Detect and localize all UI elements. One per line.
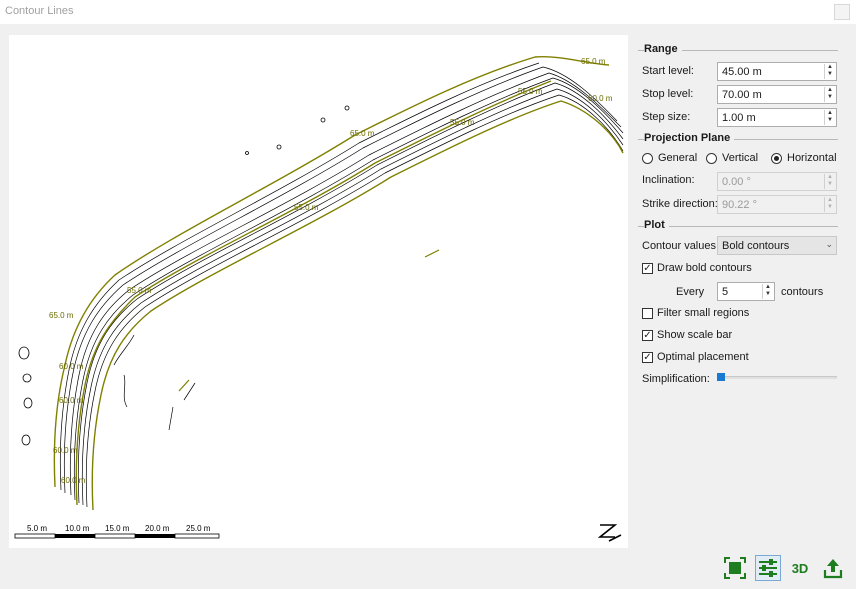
step-size-input[interactable]: 1.00 m ▲ ▼	[717, 108, 837, 127]
contour-line	[168, 382, 196, 431]
section-title: Projection Plane	[644, 132, 735, 144]
contour-label: 60.0 m	[588, 94, 613, 103]
slider-handle[interactable]	[717, 373, 725, 381]
scale-label: 25.0 m	[186, 524, 211, 533]
fit-view-button[interactable]	[722, 555, 748, 581]
contour-label: 55.0 m	[450, 118, 475, 127]
contour-line	[63, 66, 618, 494]
settings-panel: Range Start level: 45.00 m ▲ ▼ Stop level…	[638, 35, 848, 415]
close-button[interactable]	[834, 4, 850, 20]
north-arrow-icon	[597, 524, 622, 542]
contour-line	[77, 82, 624, 504]
settings-button[interactable]	[755, 555, 781, 581]
terrain-blob	[276, 144, 282, 150]
contour-label: 65.0 m	[350, 129, 375, 138]
section-plot: Plot	[638, 219, 838, 233]
terrain-blob	[22, 373, 32, 383]
start-level-label: Start level:	[642, 65, 694, 77]
contour-values-label: Contour values:	[642, 240, 720, 252]
export-icon	[823, 559, 843, 579]
contour-label: 55.0 m	[518, 87, 543, 96]
scale-label: 10.0 m	[65, 524, 90, 533]
every-input[interactable]: 5 ▲ ▼	[717, 282, 775, 301]
every-label: Every	[676, 286, 705, 298]
scale-bar: 5.0 m 10.0 m 15.0 m 20.0 m 25.0 m	[14, 524, 220, 539]
contour-label: 60.0 m	[59, 362, 84, 371]
terrain-blob	[18, 346, 30, 360]
scale-label: 15.0 m	[105, 524, 130, 533]
strike-direction-input[interactable]: 90.22 ° ▲ ▼	[717, 195, 837, 214]
simplification-label: Simplification:	[642, 373, 710, 385]
inclination-label: Inclination:	[642, 174, 695, 186]
inclination-input[interactable]: 0.00 ° ▲ ▼	[717, 172, 837, 191]
contour-map-canvas[interactable]: 65.0 m 60.0 m 55.0 m 65.0 m 55.0 m 55.0 …	[9, 35, 628, 548]
terrain-blob	[344, 105, 350, 111]
fit-view-icon	[724, 557, 746, 579]
stop-level-label: Stop level:	[642, 88, 694, 100]
bold-contour-fragment	[178, 379, 190, 392]
section-title: Range	[644, 43, 682, 55]
contour-line	[81, 88, 624, 506]
window-title: Contour Lines	[5, 5, 74, 17]
simplification-slider[interactable]	[717, 372, 837, 384]
section-range: Range	[638, 43, 838, 57]
contour-line	[73, 77, 624, 501]
contour-label: 55.0 m	[127, 286, 152, 295]
stop-level-input[interactable]: 70.00 m ▲ ▼	[717, 85, 837, 104]
contour-label: 65.0 m	[581, 57, 606, 66]
contour-line	[69, 72, 622, 496]
scale-label: 20.0 m	[145, 524, 170, 533]
step-size-label: Step size:	[642, 111, 691, 123]
chevron-down-icon: ⌄	[825, 239, 833, 249]
title-bar: Contour Lines	[0, 0, 856, 24]
export-button[interactable]	[820, 555, 846, 581]
contour-label: 60.0 m	[53, 446, 78, 455]
contour-values-select[interactable]: Bold contours ⌄	[717, 236, 837, 255]
contour-label: 65.0 m	[49, 311, 74, 320]
contours-label: contours	[781, 286, 824, 298]
terrain-blob	[23, 397, 33, 409]
section-projection: Projection Plane	[638, 132, 838, 146]
section-title: Plot	[644, 219, 669, 231]
contour-line	[113, 334, 135, 408]
contour-label: 55.0 m	[294, 203, 319, 212]
scale-label: 5.0 m	[27, 524, 47, 533]
strike-direction-label: Strike direction:	[642, 198, 718, 210]
contour-map: 65.0 m 60.0 m 55.0 m 65.0 m 55.0 m 55.0 …	[14, 55, 624, 542]
start-level-input[interactable]: 45.00 m ▲ ▼	[717, 62, 837, 81]
contour-label: 60.0 m	[59, 396, 84, 405]
contour-label: 60.0 m	[61, 476, 86, 485]
terrain-blob	[245, 151, 249, 155]
terrain-blob	[21, 434, 31, 446]
bold-contour-line	[53, 55, 610, 488]
terrain-blob	[320, 117, 326, 123]
settings-sliders-icon	[759, 559, 777, 577]
3d-view-button[interactable]: 3D	[787, 555, 813, 581]
bold-contour-fragment	[424, 249, 440, 258]
